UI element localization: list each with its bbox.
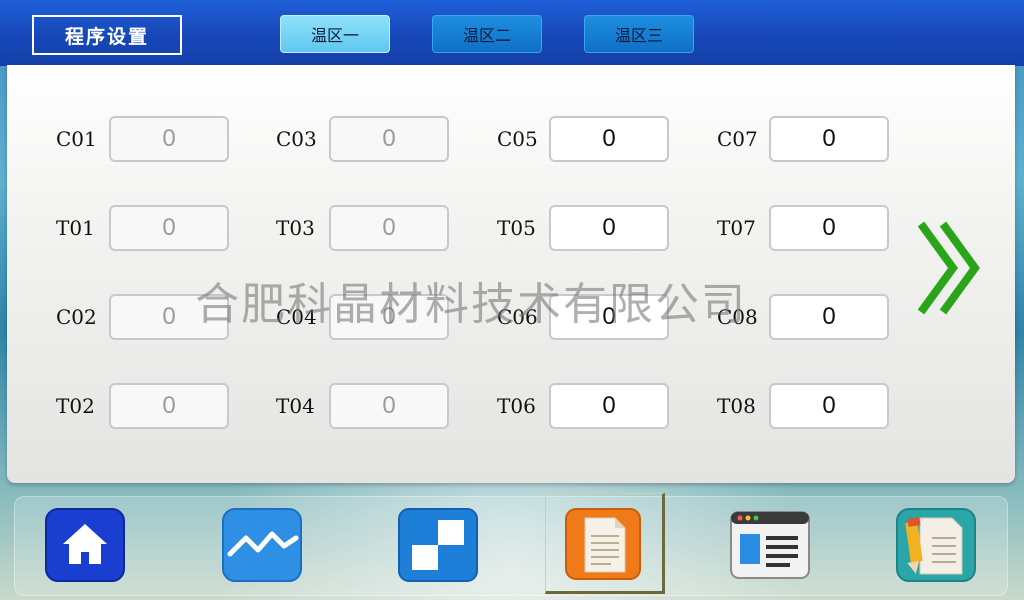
field-c07[interactable]: 0 [769,116,889,162]
field-t04[interactable]: 0 [329,383,449,429]
home-icon[interactable] [45,508,125,582]
field-c02[interactable]: 0 [109,294,229,340]
field-c04[interactable]: 0 [329,294,449,340]
field-t01[interactable]: 0 [109,205,229,251]
bottom-nav-bar [14,496,1008,596]
field-t03[interactable]: 0 [329,205,449,251]
field-c01[interactable]: 0 [109,116,229,162]
field-t02[interactable]: 0 [109,383,229,429]
label-t03: T03 [276,216,315,240]
label-t02: T02 [56,394,95,418]
screen-layout-icon[interactable] [730,508,810,582]
label-c01: C01 [56,127,97,151]
label-c03: C03 [276,127,317,151]
label-c02: C02 [56,305,97,329]
tab-zone-1[interactable]: 温区一 [280,15,390,53]
label-c04: C04 [276,305,317,329]
field-c03[interactable]: 0 [329,116,449,162]
trend-chart-icon[interactable] [222,508,302,582]
pattern-icon[interactable] [398,508,478,582]
top-bar: 程序设置 温区一 温区二 温区三 [0,0,1024,66]
edit-document-icon[interactable] [896,508,976,582]
label-t08: T08 [717,394,756,418]
field-c08[interactable]: 0 [769,294,889,340]
field-t07[interactable]: 0 [769,205,889,251]
label-c06: C06 [497,305,538,329]
field-t06[interactable]: 0 [549,383,669,429]
double-chevron-right-icon[interactable] [915,218,985,318]
label-c07: C07 [717,127,758,151]
field-t05[interactable]: 0 [549,205,669,251]
label-t05: T05 [497,216,536,240]
label-t07: T07 [717,216,756,240]
label-c05: C05 [497,127,538,151]
field-t08[interactable]: 0 [769,383,889,429]
label-t01: T01 [56,216,95,240]
tab-zone-2[interactable]: 温区二 [432,15,542,53]
program-document-icon[interactable] [565,508,645,582]
field-c05[interactable]: 0 [549,116,669,162]
field-c06[interactable]: 0 [549,294,669,340]
page-title: 程序设置 [32,15,182,55]
label-t04: T04 [276,394,315,418]
label-c08: C08 [717,305,758,329]
label-t06: T06 [497,394,536,418]
tab-zone-3[interactable]: 温区三 [584,15,694,53]
